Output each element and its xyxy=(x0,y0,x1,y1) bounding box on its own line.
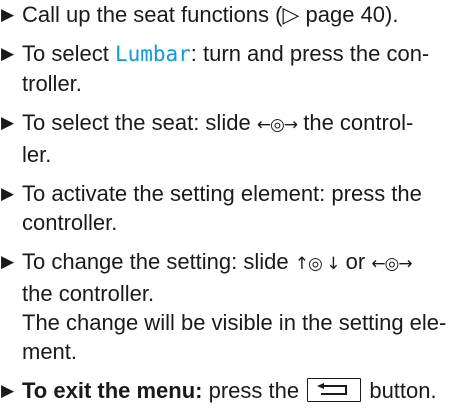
step-line: the controller. xyxy=(22,281,155,306)
triangle-bullet-icon: ▶ xyxy=(1,252,15,271)
step-change-setting: ▶ To change the setting: slide ↑◎ ↓ or ←… xyxy=(0,247,467,366)
step-line: ment. xyxy=(22,339,78,364)
back-arrow-icon xyxy=(317,383,348,395)
triangle-bullet-icon: ▶ xyxy=(1,381,15,400)
step-select-seat: ▶ To select the seat: slide ←◎→ the cont… xyxy=(0,108,467,169)
step-text: To select the seat: slide xyxy=(22,110,257,135)
triangle-bullet-icon: ▶ xyxy=(1,184,15,203)
step-text: : turn and press the con- xyxy=(190,41,430,66)
triangle-bullet-icon: ▶ xyxy=(1,5,15,24)
step-activate-element: ▶ To activate the setting element: press… xyxy=(0,179,467,237)
step-line: troller. xyxy=(22,71,82,96)
triangle-bullet-icon: ▶ xyxy=(1,113,15,132)
step-line: To select Lumbar: turn and press the con… xyxy=(22,39,467,69)
page-reference: ▷ page 40 xyxy=(282,2,386,27)
step-line: Call up the seat functions (▷ page 40). xyxy=(22,0,467,29)
slide-left-right-icon: ←◎→ xyxy=(371,254,412,274)
step-line: To select the seat: slide ←◎→ the contro… xyxy=(22,108,467,140)
step-line: To exit the menu: press the button. xyxy=(22,376,467,405)
instruction-list: ▶ Call up the seat functions (▷ page 40)… xyxy=(0,0,467,415)
step-text: button. xyxy=(363,378,437,403)
back-button-key xyxy=(307,378,362,402)
step-text: press the xyxy=(202,378,306,403)
step-exit-menu: ▶ To exit the menu: press the button. xyxy=(0,376,467,405)
step-text: ). xyxy=(385,2,399,27)
step-text: To select xyxy=(22,41,115,66)
step-line: To activate the setting element: press t… xyxy=(22,181,422,206)
slide-left-right-icon: ←◎→ xyxy=(256,115,298,135)
step-text: Call up the seat functions ( xyxy=(22,2,283,27)
step-line: ler. xyxy=(22,142,52,167)
triangle-bullet-icon: ▶ xyxy=(1,44,15,63)
step-text: To change the setting: slide xyxy=(22,249,295,274)
step-select-lumbar: ▶ To select Lumbar: turn and press the c… xyxy=(0,39,467,98)
slide-up-down-icon: ↑◎ ↓ xyxy=(294,254,341,274)
step-line: The change will be visible in the settin… xyxy=(22,310,447,335)
step-line: To change the setting: slide ↑◎ ↓ or ←◎→ xyxy=(22,247,467,279)
step-text: the control- xyxy=(297,110,414,135)
step-call-seat-functions: ▶ Call up the seat functions (▷ page 40)… xyxy=(0,0,467,29)
display-term-lumbar: Lumbar xyxy=(114,42,191,66)
step-text: or xyxy=(339,249,372,274)
step-heading: To exit the menu: xyxy=(22,378,203,403)
step-line: controller. xyxy=(22,210,118,235)
